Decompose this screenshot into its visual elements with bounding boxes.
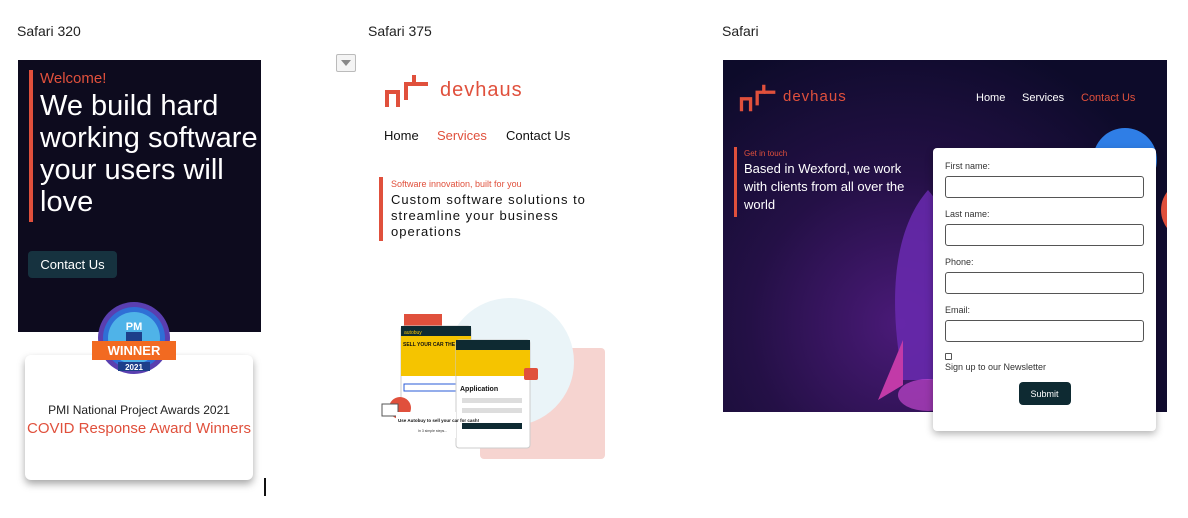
- newsletter-label: Sign up to our Newsletter: [945, 362, 1047, 372]
- devhaus-logo-icon: [385, 75, 428, 107]
- nav-home[interactable]: Home: [976, 92, 1005, 104]
- phone-label: Phone:: [945, 257, 974, 267]
- award-subtitle: COVID Response Award Winners: [27, 420, 251, 437]
- hero-subheading: Get in touch: [744, 149, 788, 158]
- logo-text: devhaus: [783, 88, 847, 105]
- decorative-shape: [1161, 180, 1167, 240]
- nav-services[interactable]: Services: [1022, 92, 1064, 104]
- dropdown-toggle-icon[interactable]: [336, 54, 356, 72]
- last-name-input[interactable]: [945, 224, 1144, 246]
- mockup-caption: Use Autobuy to sell your car for cash!: [398, 418, 480, 423]
- logo-text: devhaus: [440, 79, 523, 101]
- first-name-input[interactable]: [945, 176, 1144, 198]
- frame-label-safari: Safari: [722, 23, 759, 39]
- accent-bar: [29, 70, 33, 222]
- mockup-app-title: Application: [460, 386, 498, 393]
- mockup-steps: In 3 simple steps...: [418, 429, 447, 433]
- frame-label-safari-375: Safari 375: [368, 23, 432, 39]
- hero-subheading: Software innovation, built for you: [391, 179, 522, 189]
- accent-bar: [734, 147, 737, 217]
- nav-home[interactable]: Home: [384, 128, 419, 143]
- phone-input[interactable]: [945, 272, 1144, 294]
- email-label: Email:: [945, 305, 971, 315]
- hero-heading: We build hard working software your user…: [40, 90, 258, 218]
- nav-services[interactable]: Services: [437, 128, 487, 143]
- nav-contact-us[interactable]: Contact Us: [1081, 92, 1135, 104]
- badge-top-text: PM: [126, 321, 143, 333]
- hero-heading: Custom software solutions to streamline …: [391, 192, 586, 239]
- app-mockup-illustration: autobuy SELL YOUR CAR THE EASY WAY Appli…: [381, 298, 605, 459]
- award-badge-icon: PM WINNER 2021: [92, 302, 176, 374]
- text-cursor: [264, 478, 266, 496]
- first-name-label: First name:: [945, 161, 991, 171]
- badge-ribbon-text: WINNER: [108, 343, 161, 358]
- award-title: PMI National Project Awards 2021: [48, 403, 230, 417]
- hero-section-320: Welcome! We build hard working software …: [18, 60, 261, 332]
- email-input[interactable]: [945, 320, 1144, 342]
- welcome-text: Welcome!: [40, 70, 107, 87]
- contact-us-button[interactable]: Contact Us: [28, 251, 117, 278]
- contact-form: First name: Last name: Phone: Email: Sig…: [933, 148, 1156, 431]
- mockup-brand: autobuy: [404, 330, 422, 336]
- devhaus-logo-icon: [739, 84, 776, 112]
- frame-label-safari-320: Safari 320: [17, 23, 81, 39]
- newsletter-checkbox[interactable]: [945, 353, 952, 360]
- nav-contact-us[interactable]: Contact Us: [506, 128, 570, 143]
- accent-bar: [379, 177, 383, 241]
- submit-button[interactable]: Submit: [1018, 382, 1071, 405]
- last-name-label: Last name:: [945, 209, 990, 219]
- badge-year-text: 2021: [125, 363, 143, 372]
